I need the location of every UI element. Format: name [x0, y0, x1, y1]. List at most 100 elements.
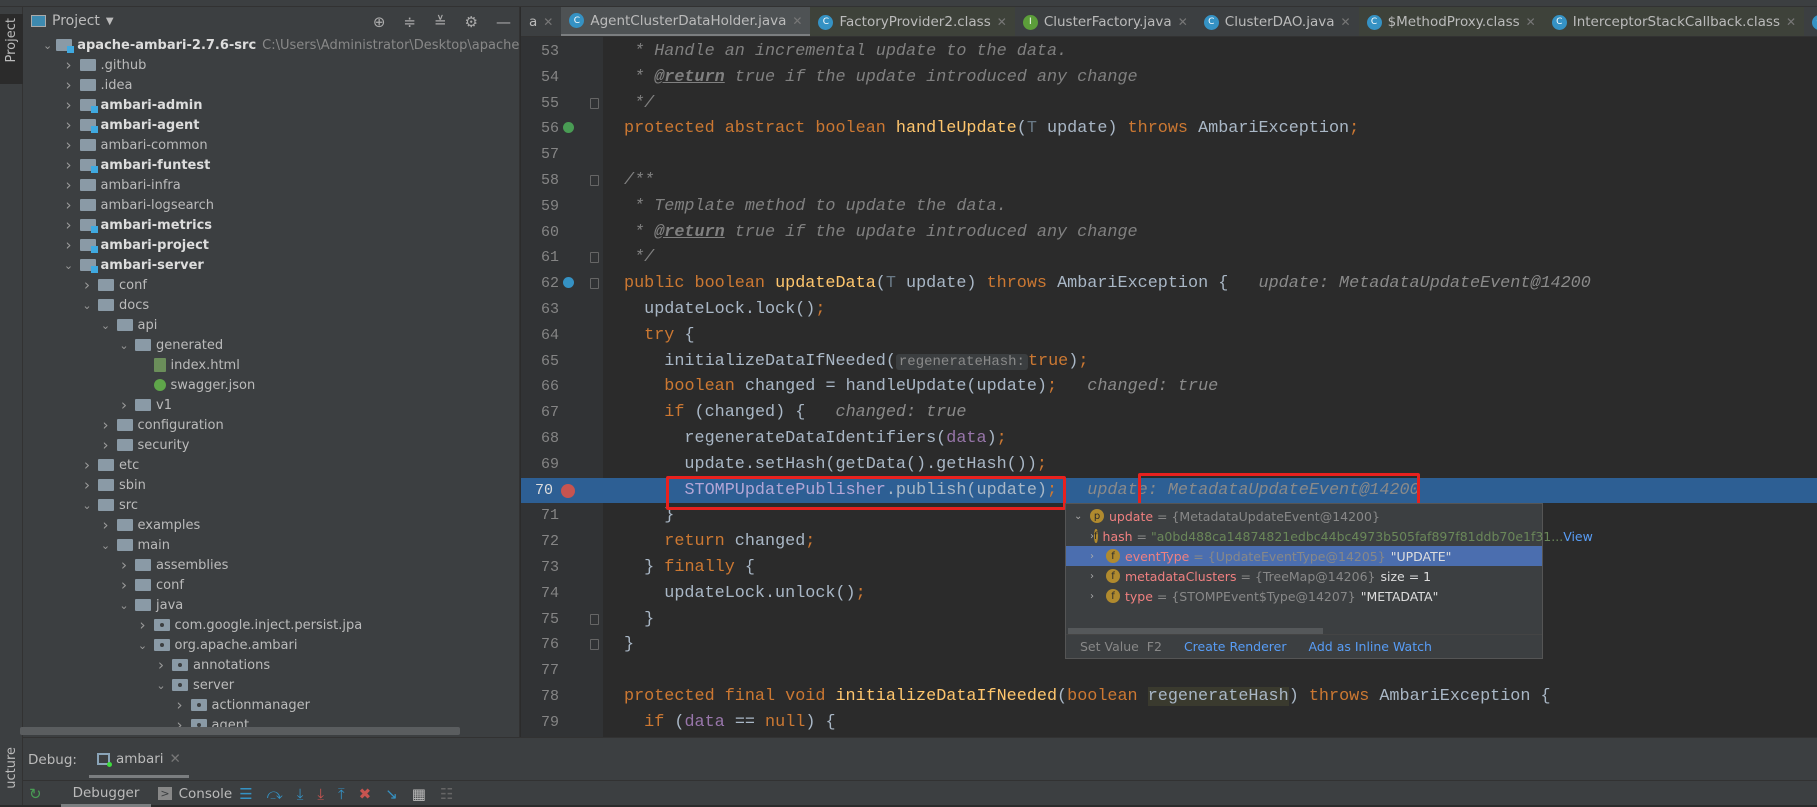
chevron-right-icon[interactable]: › [99, 436, 113, 454]
tab-debugger[interactable]: Debugger [60, 781, 152, 807]
chevron-down-icon[interactable]: ⌄ [117, 599, 131, 612]
editor-tab[interactable]: I ClusterFactory.java ✕ [1015, 7, 1196, 36]
tree-item[interactable]: › ambari-metrics [23, 215, 519, 235]
tree-item[interactable]: ⌄ apache-ambari-2.7.6-src C:\Users\Adminis… [23, 35, 519, 55]
chevron-right-icon[interactable]: › [62, 116, 76, 134]
tree-item[interactable]: › etc [23, 455, 519, 475]
tree-item[interactable]: › ambari-agent [23, 115, 519, 135]
chevron-down-icon[interactable]: ⌄ [62, 259, 76, 272]
chevron-right-icon[interactable]: › [62, 76, 76, 94]
tree-item[interactable]: › .github [23, 55, 519, 75]
run-to-cursor-icon[interactable]: ↘ [385, 785, 398, 803]
project-tool-button[interactable]: Project [0, 14, 23, 84]
close-tab-icon[interactable]: ✕ [1526, 15, 1536, 29]
editor-tab[interactable]: C $MethodProxy.class ✕ [1358, 7, 1544, 36]
force-step-into-icon[interactable]: ⤓ [317, 785, 324, 803]
chevron-right-icon[interactable]: › [62, 96, 76, 114]
step-into-icon[interactable]: ⤓ [297, 785, 304, 803]
chevron-down-icon[interactable]: ⌄ [154, 679, 168, 692]
tree-item[interactable]: › annotations [23, 655, 519, 675]
tree-item[interactable]: › security [23, 435, 519, 455]
tree-item[interactable]: › actionmanager [23, 695, 519, 715]
chevron-right-icon[interactable]: › [99, 416, 113, 434]
fold-marker-icon[interactable] [590, 252, 599, 264]
close-tab-icon[interactable]: ✕ [1178, 15, 1188, 29]
tree-item[interactable]: › conf [23, 275, 519, 295]
rerun-icon[interactable]: ↻ [29, 785, 42, 803]
tree-item[interactable]: ⌄ docs [23, 295, 519, 315]
chevron-right-icon[interactable]: › [80, 456, 94, 474]
chevron-down-icon[interactable]: ⌄ [99, 539, 113, 552]
project-view-selector[interactable]: Project [52, 13, 100, 29]
fold-marker-icon[interactable] [590, 175, 599, 186]
tree-item[interactable]: › .idea [23, 75, 519, 95]
chevron-right-icon[interactable]: › [136, 616, 150, 634]
tree-item[interactable]: › v1 [23, 395, 519, 415]
view-link[interactable]: View [1563, 529, 1593, 544]
add-inline-watch-link[interactable]: Add as Inline Watch [1309, 639, 1432, 654]
evaluate-expression-icon[interactable]: ▦ [412, 785, 426, 803]
editor-tab[interactable]: C FactoryProvider2.class ✕ [810, 7, 1015, 36]
close-tab-icon[interactable]: ✕ [792, 14, 802, 28]
fold-marker-icon[interactable] [590, 97, 599, 109]
chevron-right-icon[interactable]: › [62, 136, 76, 154]
chevron-right-icon[interactable]: › [62, 156, 76, 174]
chevron-right-icon[interactable]: › [62, 56, 76, 74]
chevron-down-icon[interactable]: ⌄ [117, 339, 131, 352]
tree-item[interactable]: › assemblies [23, 555, 519, 575]
gear-icon[interactable]: ⚙ [465, 13, 478, 31]
variable-row[interactable]: › f hash = "a0bd488ca14874821edbc44bc4973b… [1066, 526, 1593, 546]
tree-item[interactable]: ⌄ org.apache.ambari [23, 635, 519, 655]
chevron-right-icon[interactable]: › [117, 576, 131, 594]
chevron-right-icon[interactable]: › [62, 196, 76, 214]
chevron-down-icon[interactable]: ⌄ [80, 499, 94, 512]
chevron-right-icon[interactable]: › [173, 696, 187, 714]
chevron-down-icon[interactable]: ⌄ [136, 639, 150, 652]
trace-icon[interactable]: ☷ [440, 785, 453, 803]
close-tab-icon[interactable]: ✕ [1341, 15, 1351, 29]
debug-session-tab[interactable]: ambari ✕ [88, 742, 189, 778]
tree-item[interactable]: › configuration [23, 415, 519, 435]
drop-frame-icon[interactable]: ✖ [359, 785, 372, 803]
tree-item[interactable]: ⌄ server [23, 675, 519, 695]
implementation-marker-icon[interactable] [563, 122, 574, 134]
tree-item[interactable]: › ambari-admin [23, 95, 519, 115]
chevron-right-icon[interactable]: › [62, 176, 76, 194]
close-tab-icon[interactable]: ✕ [997, 15, 1007, 29]
create-renderer-link[interactable]: Create Renderer [1184, 639, 1287, 654]
chevron-right-icon[interactable]: › [154, 656, 168, 674]
chevron-right-icon[interactable]: › [62, 216, 76, 234]
tab-console[interactable]: Console [179, 786, 233, 802]
project-tree-scrollbar[interactable] [20, 727, 460, 735]
tree-item[interactable]: ⌄ ambari-server [23, 255, 519, 275]
tree-item[interactable]: index.html [23, 355, 519, 375]
tree-item[interactable]: › com.google.inject.persist.jpa [23, 615, 519, 635]
tree-item[interactable]: › ambari-logsearch [23, 195, 519, 215]
breakpoint-icon[interactable] [561, 483, 575, 498]
tree-item[interactable]: › ambari-funtest [23, 155, 519, 175]
variable-row[interactable]: ⌄ p update = {MetadataUpdateEvent@14200} [1066, 506, 1542, 526]
tree-item[interactable]: swagger.json [23, 375, 519, 395]
tree-item[interactable]: ⌄ api [23, 315, 519, 335]
editor-tab[interactable]: C ClusterDAO.java ✕ [1196, 7, 1359, 36]
hide-icon[interactable]: — [496, 13, 511, 31]
close-tab-icon[interactable]: ✕ [543, 15, 553, 29]
close-tab-icon[interactable]: ✕ [1786, 15, 1796, 29]
tree-item[interactable]: › conf [23, 575, 519, 595]
editor-tab[interactable]: C AgentClusterDataHolder.java ✕ [561, 7, 811, 36]
tree-item[interactable]: ⌄ src [23, 495, 519, 515]
step-out-icon[interactable]: ⤒ [338, 785, 345, 803]
chevron-right-icon[interactable]: › [80, 476, 94, 494]
fold-marker-icon[interactable] [590, 613, 599, 625]
variable-row[interactable]: › f type = {STOMPEvent$Type@14207} "METADAT… [1066, 586, 1542, 606]
tree-item[interactable]: › ambari-infra [23, 175, 519, 195]
implementation-marker-icon[interactable] [563, 277, 574, 289]
chevron-right-icon[interactable]: › [1090, 591, 1106, 602]
chevron-right-icon[interactable]: › [117, 396, 131, 414]
chevron-down-icon[interactable]: ▼ [106, 16, 114, 27]
fold-marker-icon[interactable] [590, 278, 599, 290]
chevron-right-icon[interactable]: › [1090, 571, 1106, 582]
chevron-right-icon[interactable]: › [99, 516, 113, 534]
expand-all-icon[interactable]: ≑ [403, 13, 416, 31]
variable-row[interactable]: › f metadataClusters = {TreeMap@14206} size… [1066, 566, 1542, 586]
